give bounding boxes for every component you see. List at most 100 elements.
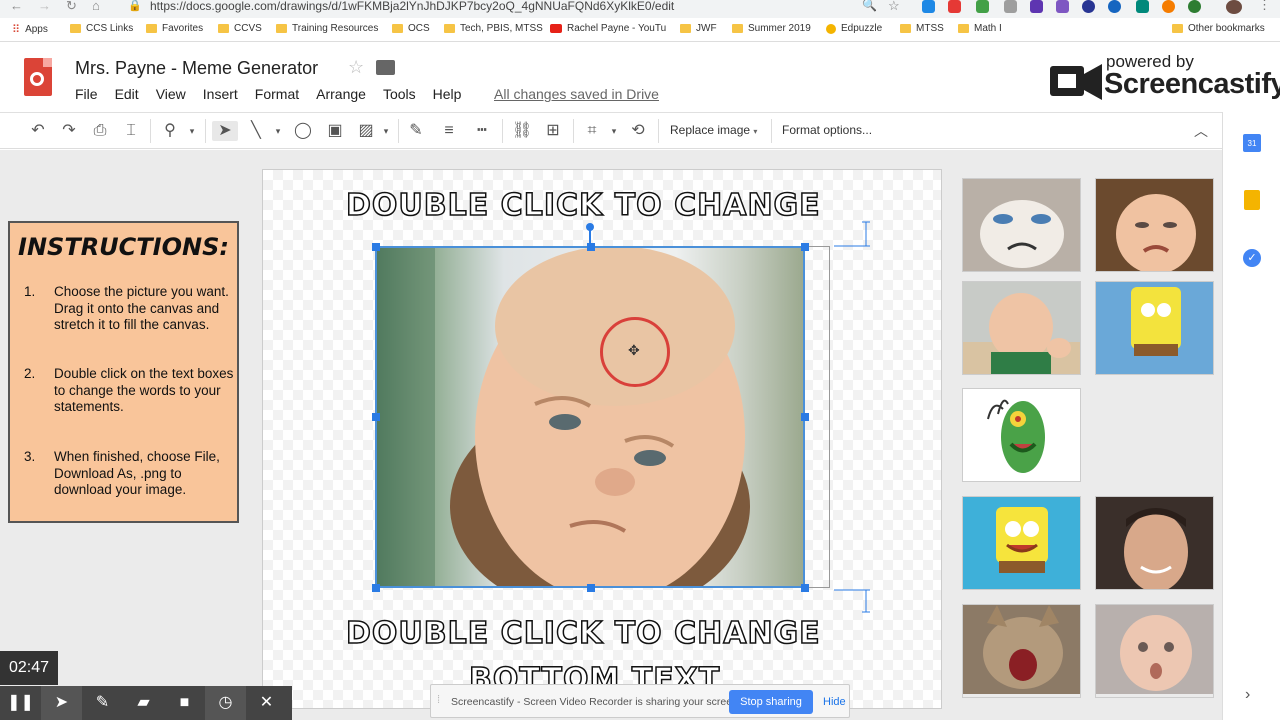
profile-avatar[interactable] (1226, 0, 1242, 14)
webcam-icon[interactable]: ■ (164, 686, 205, 720)
bookmark-apps[interactable]: ⠿ Apps (12, 23, 48, 36)
pause-icon[interactable]: ❚❚ (0, 686, 41, 720)
paint-format-icon[interactable]: ⌶ (121, 121, 141, 141)
menu-tools[interactable]: Tools (383, 86, 416, 102)
bookmark-item[interactable]: Summer 2019 (732, 23, 811, 34)
extension-icon[interactable] (1056, 0, 1069, 13)
back-icon[interactable]: ← (10, 0, 23, 13)
pen-tool-icon[interactable]: ✎ (82, 686, 123, 720)
zoom-dropdown-icon[interactable]: ▾ (182, 121, 202, 141)
bookmark-item[interactable]: Rachel Payne - YouTu (550, 23, 666, 34)
save-status[interactable]: All changes saved in Drive (494, 86, 659, 102)
menu-format[interactable]: Format (255, 86, 299, 102)
surprised-baby-thumbnail[interactable] (1095, 604, 1214, 698)
forward-icon[interactable]: → (38, 0, 51, 13)
extension-icon[interactable] (1136, 0, 1149, 13)
tasks-icon[interactable]: ✓ (1243, 249, 1261, 267)
move-folder-icon[interactable] (376, 60, 395, 75)
bookmark-item[interactable]: CCS Links (70, 23, 133, 34)
resize-handle[interactable] (587, 243, 595, 251)
shape-tool-icon[interactable]: ◯ (293, 121, 313, 141)
plankton-thumbnail[interactable] (962, 388, 1081, 482)
crop-dropdown-icon[interactable]: ▾ (604, 121, 624, 141)
bookmark-item[interactable]: CCVS (218, 23, 262, 34)
extension-icon[interactable] (976, 0, 989, 13)
grumpy-cat-thumbnail[interactable] (962, 178, 1081, 272)
menu-file[interactable]: File (75, 86, 98, 102)
bookmark-item[interactable]: Tech, PBIS, MTSS (444, 23, 543, 34)
menu-dots-icon[interactable]: ⋮ (1258, 0, 1271, 13)
stop-sharing-button[interactable]: Stop sharing (729, 690, 813, 714)
extension-icon[interactable] (948, 0, 961, 13)
bookmark-item[interactable]: Favorites (146, 23, 203, 34)
undo-icon[interactable]: ↶ (28, 121, 48, 141)
image-dropdown-icon[interactable]: ▾ (376, 121, 396, 141)
star-icon[interactable]: ☆ (348, 57, 364, 78)
border-weight-icon[interactable]: ≡ (439, 121, 459, 141)
url-text[interactable]: https://docs.google.com/drawings/d/1wFKM… (150, 0, 674, 12)
extension-icon[interactable] (1188, 0, 1201, 13)
resize-handle[interactable] (587, 584, 595, 592)
instructions-box[interactable]: INSTRUCTIONS: 1. Choose the picture you w… (8, 221, 239, 523)
creepy-smile-thumbnail[interactable] (1095, 496, 1214, 590)
keep-icon[interactable] (1244, 190, 1260, 210)
home-icon[interactable]: ⌂ (92, 0, 100, 13)
bookmark-star-icon[interactable]: ☆ (888, 0, 900, 14)
select-arrow-icon[interactable]: ➤ (212, 121, 238, 141)
drag-handle-icon[interactable]: ⁞ (437, 694, 440, 706)
add-comment-icon[interactable]: ⊞ (543, 121, 563, 141)
cursor-tool-icon[interactable]: ➤ (41, 686, 82, 720)
link-icon[interactable]: ⛓ (512, 121, 532, 141)
extension-icon[interactable] (1162, 0, 1175, 13)
bookmark-other[interactable]: Other bookmarks (1172, 23, 1265, 34)
success-kid-thumbnail[interactable] (962, 281, 1081, 375)
bookmark-item[interactable]: Training Resources (276, 23, 378, 34)
zoom-icon[interactable]: 🔍 (862, 0, 877, 12)
reload-icon[interactable]: ↻ (66, 0, 77, 14)
border-dash-icon[interactable]: ┅ (472, 121, 492, 141)
hide-button[interactable]: Hide (823, 696, 846, 708)
calendar-icon[interactable]: 31 (1243, 134, 1261, 152)
bookmark-item[interactable]: Edpuzzle (826, 23, 882, 34)
redo-icon[interactable]: ↷ (59, 121, 79, 141)
top-text-box[interactable]: Double click to change (345, 187, 821, 224)
eraser-tool-icon[interactable]: ▰ (123, 686, 164, 720)
screaming-cat-thumbnail[interactable] (962, 604, 1081, 698)
line-dropdown-icon[interactable]: ▾ (268, 121, 288, 141)
menu-insert[interactable]: Insert (203, 86, 238, 102)
extension-icon[interactable] (1108, 0, 1121, 13)
browser-url-bar[interactable]: ← → ↻ ⌂ 🔒 https://docs.google.com/drawin… (0, 0, 1280, 18)
border-color-icon[interactable]: ✎ (406, 121, 426, 141)
bookmark-item[interactable]: OCS (392, 23, 430, 34)
reset-image-icon[interactable]: ⟲ (628, 121, 648, 141)
timer-icon[interactable]: ◷ (205, 686, 246, 720)
document-title[interactable]: Mrs. Payne - Meme Generator (75, 58, 318, 79)
print-icon[interactable]: ⎙ (90, 121, 110, 141)
menu-help[interactable]: Help (433, 86, 462, 102)
menu-view[interactable]: View (156, 86, 186, 102)
bookmark-item[interactable]: Math I (958, 23, 1002, 34)
close-icon[interactable]: ✕ (246, 686, 287, 720)
extension-icon[interactable] (1004, 0, 1017, 13)
bookmark-item[interactable]: MTSS (900, 23, 944, 34)
format-options-button[interactable]: Format options... (782, 123, 872, 137)
text-box-icon[interactable]: ▣ (325, 121, 345, 141)
crying-baby-thumbnail[interactable] (1095, 178, 1214, 272)
extension-icon[interactable] (1030, 0, 1043, 13)
collapse-chevron-icon[interactable]: ︿ (1191, 121, 1211, 141)
drawings-logo[interactable] (24, 58, 52, 96)
resize-handle[interactable] (801, 243, 809, 251)
spongebob-happy-thumbnail[interactable] (962, 496, 1081, 590)
crop-icon[interactable]: ⌗ (582, 121, 602, 141)
image-icon[interactable]: ▨ (356, 121, 376, 141)
extension-icon[interactable] (1082, 0, 1095, 13)
zoom-icon[interactable]: ⚲ (160, 121, 180, 141)
replace-image-button[interactable]: Replace image ▾ (670, 123, 757, 137)
bookmark-item[interactable]: JWF (680, 23, 717, 34)
resize-handle[interactable] (801, 584, 809, 592)
resize-handle[interactable] (372, 413, 380, 421)
spongebob-thumbnail[interactable] (1095, 281, 1214, 375)
bottom-text-box[interactable]: Double click to change (345, 615, 821, 652)
menu-edit[interactable]: Edit (115, 86, 139, 102)
line-tool-icon[interactable]: ╲ (246, 121, 266, 141)
